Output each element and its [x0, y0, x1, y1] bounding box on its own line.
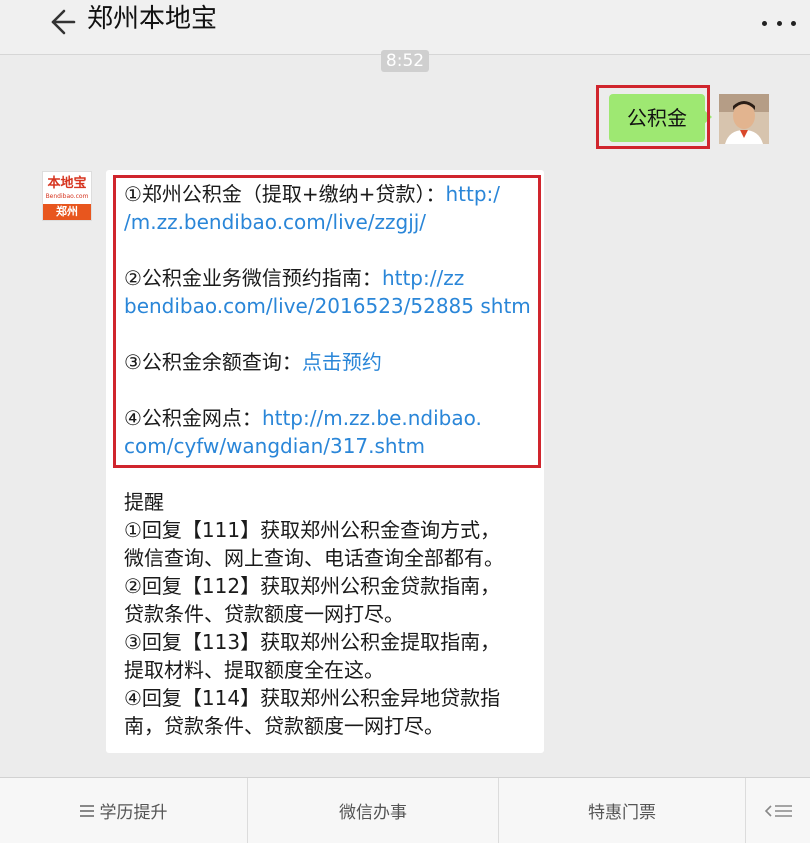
highlight-box-sent	[596, 85, 710, 149]
item-4-link[interactable]: http://m.zz.be.ndibao.	[262, 406, 482, 430]
menu-item-wechat-services[interactable]: 微信办事	[248, 778, 498, 843]
item-3-label: ③公积金余额查询：	[124, 350, 302, 374]
reminder-line: ②回复【112】获取郑州公积金贷款指南，	[124, 574, 501, 598]
reminder-line: ③回复【113】获取郑州公积金提取指南，	[124, 630, 501, 654]
reminder-line: 贷款条件、贷款额度一网打尽。	[124, 602, 404, 626]
bottom-menu-bar: 学历提升 微信办事 特惠门票	[0, 777, 810, 843]
logo-city-label: 郑州	[43, 204, 91, 220]
bot-avatar[interactable]: 本地宝 Bendibao.com 郑州	[42, 171, 92, 221]
menu-divider	[745, 778, 746, 843]
menu-item-label: 特惠门票	[588, 803, 656, 823]
reminder-line: 提取材料、提取额度全在这。	[124, 658, 384, 682]
item-1-link-continued[interactable]: /m.zz.bendibao.com/live/zzgjj/	[124, 209, 426, 235]
reply-item-4: ④公积金网点：http://m.zz.be.ndibao.	[124, 405, 482, 431]
item-2-label: ②公积金业务微信预约指南：	[124, 266, 382, 290]
more-dots-icon[interactable]	[762, 18, 796, 28]
chat-title: 郑州本地宝	[87, 4, 218, 34]
item-1-link[interactable]: http:/	[445, 182, 500, 206]
user-avatar[interactable]	[719, 94, 769, 144]
reminder-line: 南，贷款条件、贷款额度一网打尽。	[124, 714, 444, 738]
item-4-label: ④公积金网点：	[124, 406, 262, 430]
keyboard-toggle-icon[interactable]	[764, 804, 794, 818]
chat-header: 郑州本地宝	[0, 0, 810, 55]
reminder-line: ①回复【111】获取郑州公积金查询方式，	[124, 518, 501, 542]
reply-item-3: ③公积金余额查询：点击预约	[124, 349, 382, 375]
reminder-line: 微信查询、网上查询、电话查询全部都有。	[124, 546, 504, 570]
menu-item-discount-tickets[interactable]: 特惠门票	[499, 778, 745, 843]
menu-item-label: 学历提升	[99, 803, 168, 823]
reminder-title: 提醒	[124, 490, 164, 514]
bendibao-logo: 本地宝 Bendibao.com	[43, 172, 91, 204]
reminder-line: ④回复【114】获取郑州公积金异地贷款指	[124, 686, 501, 710]
menu-item-label: 微信办事	[339, 803, 407, 823]
item-2-link-continued[interactable]: bendibao.com/live/2016523/52885 shtm	[124, 293, 531, 319]
timestamp-badge: 8:52	[381, 50, 429, 72]
item-2-link[interactable]: http://zz	[382, 266, 464, 290]
reply-item-1: ①郑州公积金（提取+缴纳+贷款）：http:/	[124, 181, 500, 207]
item-4-link-continued[interactable]: com/cyfw/wangdian/317.shtm	[124, 433, 425, 459]
item-1-label: ①郑州公积金（提取+缴纳+贷款）：	[124, 182, 446, 206]
item-3-link[interactable]: 点击预约	[302, 350, 382, 374]
reply-item-2: ②公积金业务微信预约指南：http://zz	[124, 265, 464, 291]
arrow-left-icon[interactable]	[46, 5, 78, 37]
hamburger-icon	[79, 804, 94, 817]
menu-item-education[interactable]: 学历提升	[0, 778, 247, 843]
